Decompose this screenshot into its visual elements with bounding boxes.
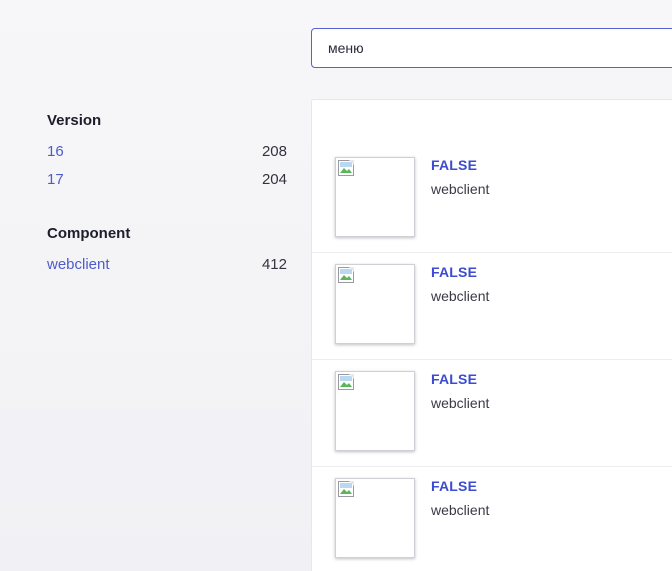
facet-count: 204 (261, 171, 287, 188)
result-thumbnail[interactable] (335, 157, 415, 237)
broken-image-icon (338, 160, 354, 176)
result-title-link[interactable]: FALSE (431, 478, 477, 494)
result-thumbnail[interactable] (335, 264, 415, 344)
result-component: webclient (431, 502, 490, 518)
result-item: FALSE webclient (312, 146, 672, 253)
facet-link-version-16[interactable]: 16 (47, 141, 64, 169)
result-list: FALSE webclient FALSE webclient FALSE we… (312, 146, 672, 571)
result-title-link[interactable]: FALSE (431, 157, 477, 173)
result-title-link[interactable]: FALSE (431, 371, 477, 387)
facet-count: 412 (261, 256, 287, 273)
results-panel: FALSE webclient FALSE webclient FALSE we… (311, 99, 672, 571)
search-input[interactable] (311, 28, 672, 68)
facet-row: 17 204 (47, 169, 287, 197)
result-item: FALSE webclient (312, 467, 672, 571)
broken-image-icon (338, 374, 354, 390)
broken-image-icon (338, 481, 354, 497)
facet-title-component: Component (47, 225, 131, 242)
result-component: webclient (431, 181, 490, 197)
result-thumbnail[interactable] (335, 371, 415, 451)
result-component: webclient (431, 288, 490, 304)
facet-row: webclient 412 (47, 254, 287, 282)
facet-sidebar: Version 16 208 17 204 Component webclien… (47, 110, 287, 308)
result-item: FALSE webclient (312, 360, 672, 467)
result-item: FALSE webclient (312, 253, 672, 360)
facet-link-version-17[interactable]: 17 (47, 169, 64, 197)
result-title-link[interactable]: FALSE (431, 264, 477, 280)
facet-row: 16 208 (47, 141, 287, 169)
facet-component: Component webclient 412 (47, 223, 287, 282)
result-thumbnail[interactable] (335, 478, 415, 558)
facet-title-version: Version (47, 112, 102, 129)
facet-count: 208 (261, 143, 287, 160)
facet-version: Version 16 208 17 204 (47, 110, 287, 197)
result-component: webclient (431, 395, 490, 411)
facet-link-component-webclient[interactable]: webclient (47, 254, 110, 282)
broken-image-icon (338, 267, 354, 283)
